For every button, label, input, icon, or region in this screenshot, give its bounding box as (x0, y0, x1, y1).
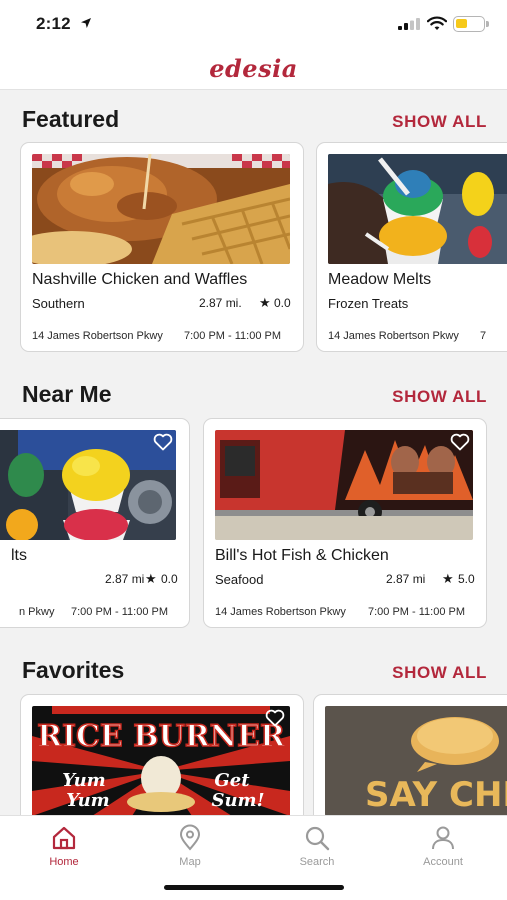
tab-account[interactable]: Account (403, 824, 483, 868)
food-photo-shaved-ice (0, 430, 176, 540)
star-icon: ★ (259, 295, 271, 310)
card-name-partial: lts (11, 547, 27, 564)
card-hours: 7:00 PM - 11:00 PM (71, 606, 169, 618)
slogan-yum-2: Yum (66, 790, 109, 811)
tab-map[interactable]: Map (150, 824, 230, 868)
heart-outline-icon[interactable] (450, 433, 470, 451)
card-cuisine: Seafood (215, 572, 264, 587)
favorites-title: Favorites (22, 657, 125, 683)
search-icon (305, 826, 330, 851)
say-cheese-text: SAY CHEE (365, 775, 507, 815)
battery-icon (453, 16, 489, 32)
tab-home[interactable]: Home (24, 824, 104, 868)
tab-label-home: Home (49, 856, 79, 868)
tab-label-search: Search (299, 856, 335, 868)
status-bar: 2:12 (0, 0, 507, 48)
near-me-card-bills-hot-fish[interactable]: Bill's Hot Fish & Chicken Seafood 2.87 m… (203, 418, 487, 628)
card-address-partial: n Pkwy (19, 606, 55, 618)
location-arrow-icon (81, 18, 91, 28)
card-hours: 7:00 PM - 11:00 PM (368, 606, 466, 618)
card-cuisine: Southern (32, 296, 85, 311)
map-pin-icon (179, 824, 201, 851)
card-rating: 0.0 (274, 296, 291, 310)
wifi-icon (427, 16, 447, 30)
food-photo-shaved-ice (328, 154, 507, 264)
card-distance: 2.87 mi. (199, 296, 242, 310)
brand-logo: edesia (209, 54, 298, 83)
near-me-show-all-button[interactable]: SHOW ALL (392, 387, 487, 407)
heart-outline-icon[interactable] (153, 433, 173, 451)
card-address: 14 James Robertson Pkwy (328, 330, 459, 342)
app-header: edesia (0, 48, 507, 90)
star-icon: ★ (145, 571, 157, 586)
card-cuisine: Frozen Treats (328, 296, 409, 311)
card-address: 14 James Robertson Pkwy (32, 330, 163, 342)
rice-burner-logo-image: RICE BURNER Yum Yum Get Sum! (32, 706, 290, 816)
tab-label-account: Account (423, 856, 463, 868)
card-rating: 5.0 (458, 572, 475, 586)
card-name: Bill's Hot Fish & Chicken (215, 547, 389, 564)
card-rating: 0.0 (161, 572, 178, 586)
tab-search[interactable]: Search (277, 824, 357, 868)
card-hours: 7:00 PM - 11:00 PM (184, 330, 282, 342)
cellular-signal-icon (398, 18, 420, 30)
slogan-get: Get (214, 770, 250, 791)
heart-outline-icon[interactable] (265, 709, 285, 727)
app-screen: 2:12 edesia Featured SHOW ALL Nashville … (0, 0, 507, 900)
featured-title: Featured (22, 106, 120, 132)
near-me-title: Near Me (22, 381, 112, 407)
card-distance: 2.87 mi (105, 572, 145, 586)
home-indicator[interactable] (164, 885, 344, 890)
slogan-yum-1: Yum (62, 770, 105, 791)
tab-label-map: Map (179, 856, 201, 868)
featured-card-meadow-melts[interactable]: Meadow Melts Frozen Treats 14 James Robe… (316, 142, 507, 352)
food-truck-photo (215, 430, 473, 540)
featured-show-all-button[interactable]: SHOW ALL (392, 112, 487, 132)
rice-burner-title: RICE BURNER (37, 719, 286, 754)
favorites-show-all-button[interactable]: SHOW ALL (392, 663, 487, 683)
card-address: 14 James Robertson Pkwy (215, 606, 346, 618)
star-icon: ★ (442, 571, 454, 586)
card-name: Nashville Chicken and Waffles (32, 271, 248, 288)
status-time: 2:12 (36, 14, 71, 33)
slogan-sum: Sum! (211, 790, 264, 811)
card-name: Meadow Melts (328, 271, 432, 288)
battery-level (456, 19, 467, 28)
card-hours: 7 (480, 330, 487, 342)
food-photo-chicken-waffles (32, 154, 290, 264)
featured-card-nashville-chicken[interactable]: Nashville Chicken and Waffles Southern 2… (20, 142, 304, 352)
near-me-card-meadow-melts[interactable]: lts 2.87 mi ★ 0.0 n Pkwy 7:00 PM - 11:00… (0, 418, 190, 628)
say-cheese-logo-image: SAY CHEE (325, 706, 507, 816)
account-icon (432, 826, 454, 850)
card-distance: 2.87 mi (386, 572, 426, 586)
home-icon (52, 826, 76, 850)
